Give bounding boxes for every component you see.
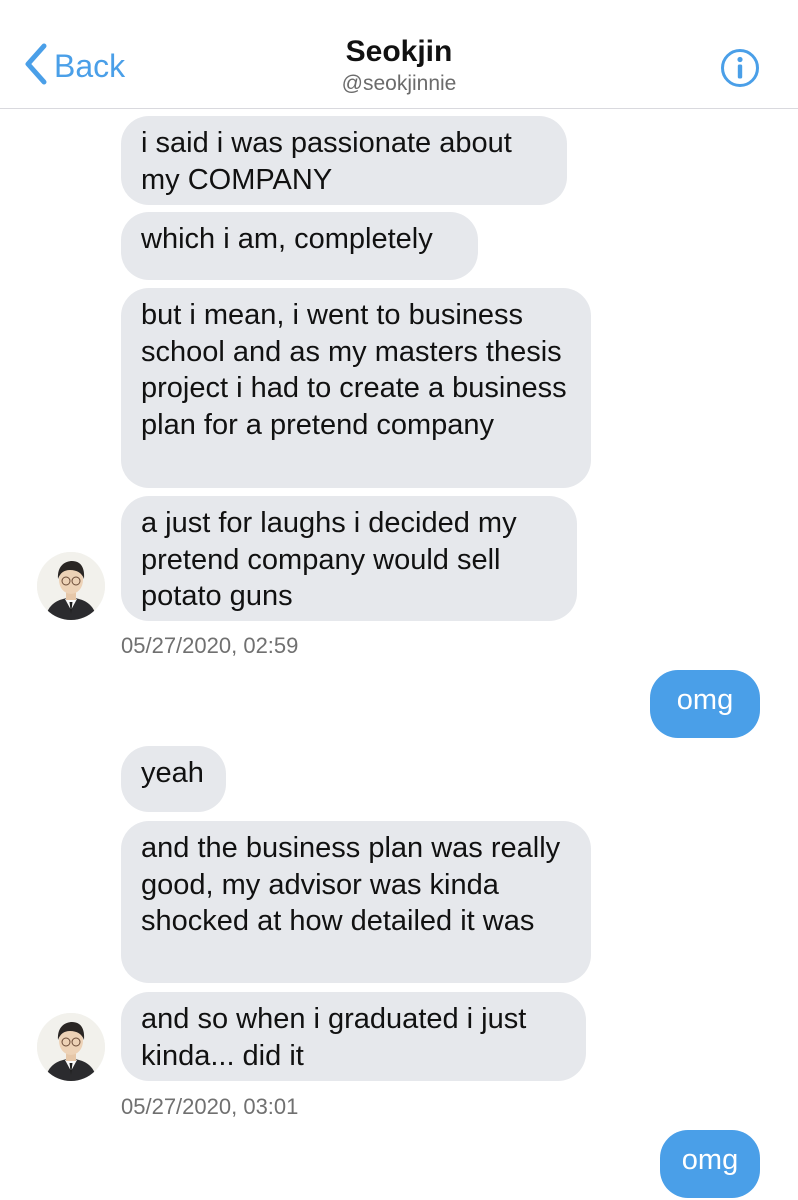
contact-name: Seokjin <box>345 35 453 68</box>
info-icon <box>720 49 760 92</box>
message-bubble-outgoing[interactable]: omg <box>660 1130 760 1198</box>
message-bubble-incoming[interactable]: and the business plan was really good, m… <box>121 821 591 983</box>
message-text: and the business plan was really good, m… <box>141 832 561 937</box>
message-text: but i mean, i went to business school an… <box>141 299 567 441</box>
message-bubble-incoming[interactable]: which i am, completely <box>121 212 478 280</box>
message-bubble-incoming[interactable]: i said i was passionate about my COMPANY <box>121 116 567 205</box>
timestamp: 05/27/2020, 03:01 <box>121 1094 299 1119</box>
message-text: omg <box>676 684 734 716</box>
message-bubble-outgoing[interactable]: omg <box>650 670 760 738</box>
avatar[interactable] <box>37 1013 105 1081</box>
conversation-header: Back Seokjin @seokjinnie <box>0 0 798 109</box>
avatar-image <box>37 552 105 620</box>
message-bubble-incoming[interactable]: and so when i graduated i just kinda... … <box>121 992 586 1081</box>
message-bubble-incoming[interactable]: a just for laughs i decided my pretend c… <box>121 496 577 621</box>
conversation-title-block: Seokjin @seokjinnie <box>0 34 798 96</box>
message-text: a just for laughs i decided my pretend c… <box>141 507 517 612</box>
info-button[interactable] <box>720 48 760 88</box>
avatar-image <box>37 1013 105 1081</box>
timestamp: 05/27/2020, 02:59 <box>121 633 299 658</box>
avatar[interactable] <box>37 552 105 620</box>
message-text: and so when i graduated i just kinda... … <box>141 1003 527 1072</box>
message-bubble-incoming[interactable]: but i mean, i went to business school an… <box>121 288 591 488</box>
message-text: i said i was passionate about my COMPANY <box>141 127 512 196</box>
message-text: yeah <box>141 757 204 789</box>
contact-handle: @seokjinnie <box>341 72 457 95</box>
message-text: which i am, completely <box>141 223 433 255</box>
message-text: omg <box>681 1144 739 1176</box>
message-bubble-incoming[interactable]: yeah <box>121 746 226 812</box>
